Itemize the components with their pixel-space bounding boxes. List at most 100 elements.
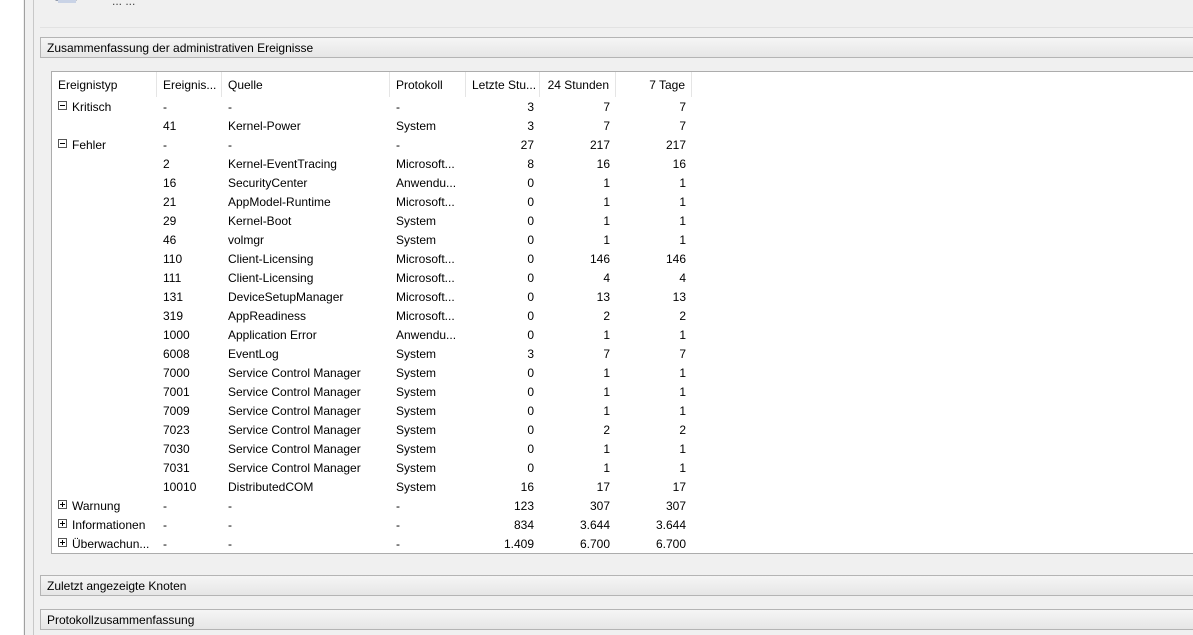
column-header-24-hours[interactable]: 24 Stunden xyxy=(540,72,616,97)
admin-summary-title: Zusammenfassung der administrativen Erei… xyxy=(47,41,314,55)
group-label: Informationen xyxy=(72,518,146,532)
admin-summary-header[interactable]: Zusammenfassung der administrativen Erei… xyxy=(40,37,1193,58)
table-row[interactable]: 16 SecurityCenter Anwendu... 0 1 1 xyxy=(52,174,692,193)
cell-event-id: 1000 xyxy=(163,328,190,342)
table-row[interactable]: 319 AppReadiness Microsoft... 0 2 2 xyxy=(52,307,692,326)
log-summary-header[interactable]: Protokollzusammenfassung xyxy=(40,609,1193,630)
table-row[interactable]: 1000 Application Error Anwendu... 0 1 1 xyxy=(52,326,692,345)
table-row[interactable]: 41 Kernel-Power System 3 7 7 xyxy=(52,117,692,136)
expand-icon[interactable] xyxy=(58,538,67,548)
column-header-source[interactable]: Quelle xyxy=(222,72,390,97)
cell-event-id: - xyxy=(163,537,167,551)
column-header-event-type[interactable]: Ereignistyp xyxy=(52,72,157,97)
cell-event-type xyxy=(52,440,157,459)
splitter-bar[interactable] xyxy=(25,0,33,635)
expand-icon[interactable] xyxy=(58,500,67,510)
cell-last-hour: 0 xyxy=(527,309,534,323)
group-row[interactable]: Informationen - - - 834 3.644 3.644 xyxy=(52,516,692,535)
group-row[interactable]: Überwachun... - - -1.409 6.700 6.700 xyxy=(52,535,692,554)
table-row[interactable]: 7023 Service Control Manager System 0 2 2 xyxy=(52,421,692,440)
cell-last-hour: 3 xyxy=(527,119,534,133)
column-header-7-days[interactable]: 7 Tage xyxy=(616,72,692,97)
cell-last-hour: 3 xyxy=(527,100,534,114)
left-tree-strip xyxy=(0,0,23,635)
table-row[interactable]: 29 Kernel-Boot System 0 1 1 xyxy=(52,212,692,231)
cell-7-days: 7 xyxy=(679,347,686,361)
cell-last-hour: 0 xyxy=(527,328,534,342)
cell-event-type xyxy=(52,155,157,174)
cell-24-hours: 307 xyxy=(589,499,610,513)
table-row[interactable]: 7001 Service Control Manager System 0 1 1 xyxy=(52,383,692,402)
table-row[interactable]: 7000 Service Control Manager System 0 1 1 xyxy=(52,364,692,383)
cell-log: System xyxy=(396,214,437,228)
collapse-icon[interactable] xyxy=(58,139,67,149)
cell-log: System xyxy=(396,461,437,475)
cell-last-hour: 0 xyxy=(527,366,534,380)
event-summary-grid[interactable]: Ereignistyp Ereignis... Quelle Protokoll Let… xyxy=(51,71,1193,554)
cell-event-type xyxy=(52,421,157,440)
cell-log: Microsoft... xyxy=(396,309,455,323)
cell-log: Microsoft... xyxy=(396,252,455,266)
cell-event-id: 29 xyxy=(163,214,177,228)
cell-source: Service Control Manager xyxy=(228,404,361,418)
cell-source: AppModel-Runtime xyxy=(228,195,331,209)
cell-log: Microsoft... xyxy=(396,195,455,209)
expand-icon[interactable] xyxy=(58,519,67,529)
cell-log: Microsoft... xyxy=(396,290,455,304)
recent-nodes-header[interactable]: Zuletzt angezeigte Knoten xyxy=(40,575,1193,596)
column-header-last-hour[interactable]: Letzte Stu... xyxy=(466,72,540,97)
table-row[interactable]: 7031 Service Control Manager System 0 1 1 xyxy=(52,459,692,478)
cell-event-type xyxy=(52,364,157,383)
cell-event-type xyxy=(52,383,157,402)
table-row[interactable]: 46 volmgr System 0 1 1 xyxy=(52,231,692,250)
cell-7-days: 307 xyxy=(665,499,686,513)
cell-source: volmgr xyxy=(228,233,265,247)
cell-log: Microsoft... xyxy=(396,157,455,171)
cell-24-hours: 2 xyxy=(603,309,610,323)
cell-last-hour: 0 xyxy=(527,271,534,285)
cell-event-id: 7001 xyxy=(163,385,190,399)
cell-7-days: 7 xyxy=(679,119,686,133)
cell-24-hours: 146 xyxy=(589,252,610,266)
cell-event-id: 46 xyxy=(163,233,177,247)
cell-last-hour: 0 xyxy=(527,442,534,456)
cell-7-days: 1 xyxy=(679,214,686,228)
table-row[interactable]: 21 AppModel-Runtime Microsoft... 0 1 1 xyxy=(52,193,692,212)
table-row[interactable]: 131 DeviceSetupManager Microsoft... 0 13 13 xyxy=(52,288,692,307)
cell-24-hours: 1 xyxy=(603,442,610,456)
cell-event-type xyxy=(52,478,157,497)
cell-source: DeviceSetupManager xyxy=(228,290,344,304)
cell-7-days: 2 xyxy=(679,309,686,323)
group-row[interactable]: Kritisch - - - 3 7 7 xyxy=(52,98,692,117)
table-row[interactable]: 2 Kernel-EventTracing Microsoft... 8 16 16 xyxy=(52,155,692,174)
table-row[interactable]: 111 Client-Licensing Microsoft... 0 4 4 xyxy=(52,269,692,288)
cell-7-days: 1 xyxy=(679,404,686,418)
cell-last-hour: 0 xyxy=(527,176,534,190)
cell-event-id: 6008 xyxy=(163,347,190,361)
table-row[interactable]: 7009 Service Control Manager System 0 1 1 xyxy=(52,402,692,421)
column-header-event-id[interactable]: Ereignis... xyxy=(157,72,222,97)
event-viewer-icon xyxy=(55,0,77,3)
cell-last-hour: 0 xyxy=(527,214,534,228)
cell-last-hour: 27 xyxy=(520,138,534,152)
cell-event-id: 7023 xyxy=(163,423,190,437)
cell-7-days: 146 xyxy=(665,252,686,266)
cell-event-id: 7031 xyxy=(163,461,190,475)
cell-24-hours: 1 xyxy=(603,195,610,209)
cell-event-type xyxy=(52,212,157,231)
cell-24-hours: 1 xyxy=(603,233,610,247)
group-row[interactable]: Fehler - - - 27 217 217 xyxy=(52,136,692,155)
cell-event-type xyxy=(52,345,157,364)
cell-event-id: 7000 xyxy=(163,366,190,380)
collapse-icon[interactable] xyxy=(58,101,67,111)
table-row[interactable]: 110 Client-Licensing Microsoft... 0 146 146 xyxy=(52,250,692,269)
cell-7-days: 2 xyxy=(679,423,686,437)
column-header-log[interactable]: Protokoll xyxy=(390,72,466,97)
table-row[interactable]: 7030 Service Control Manager System 0 1 1 xyxy=(52,440,692,459)
cell-7-days: 1 xyxy=(679,385,686,399)
group-row[interactable]: Warnung - - - 123 307 307 xyxy=(52,497,692,516)
cell-last-hour: 16 xyxy=(520,480,534,494)
cell-7-days: 1 xyxy=(679,366,686,380)
table-row[interactable]: 6008 EventLog System 3 7 7 xyxy=(52,345,692,364)
table-row[interactable]: 10010 DistributedCOM System 16 17 17 xyxy=(52,478,692,497)
